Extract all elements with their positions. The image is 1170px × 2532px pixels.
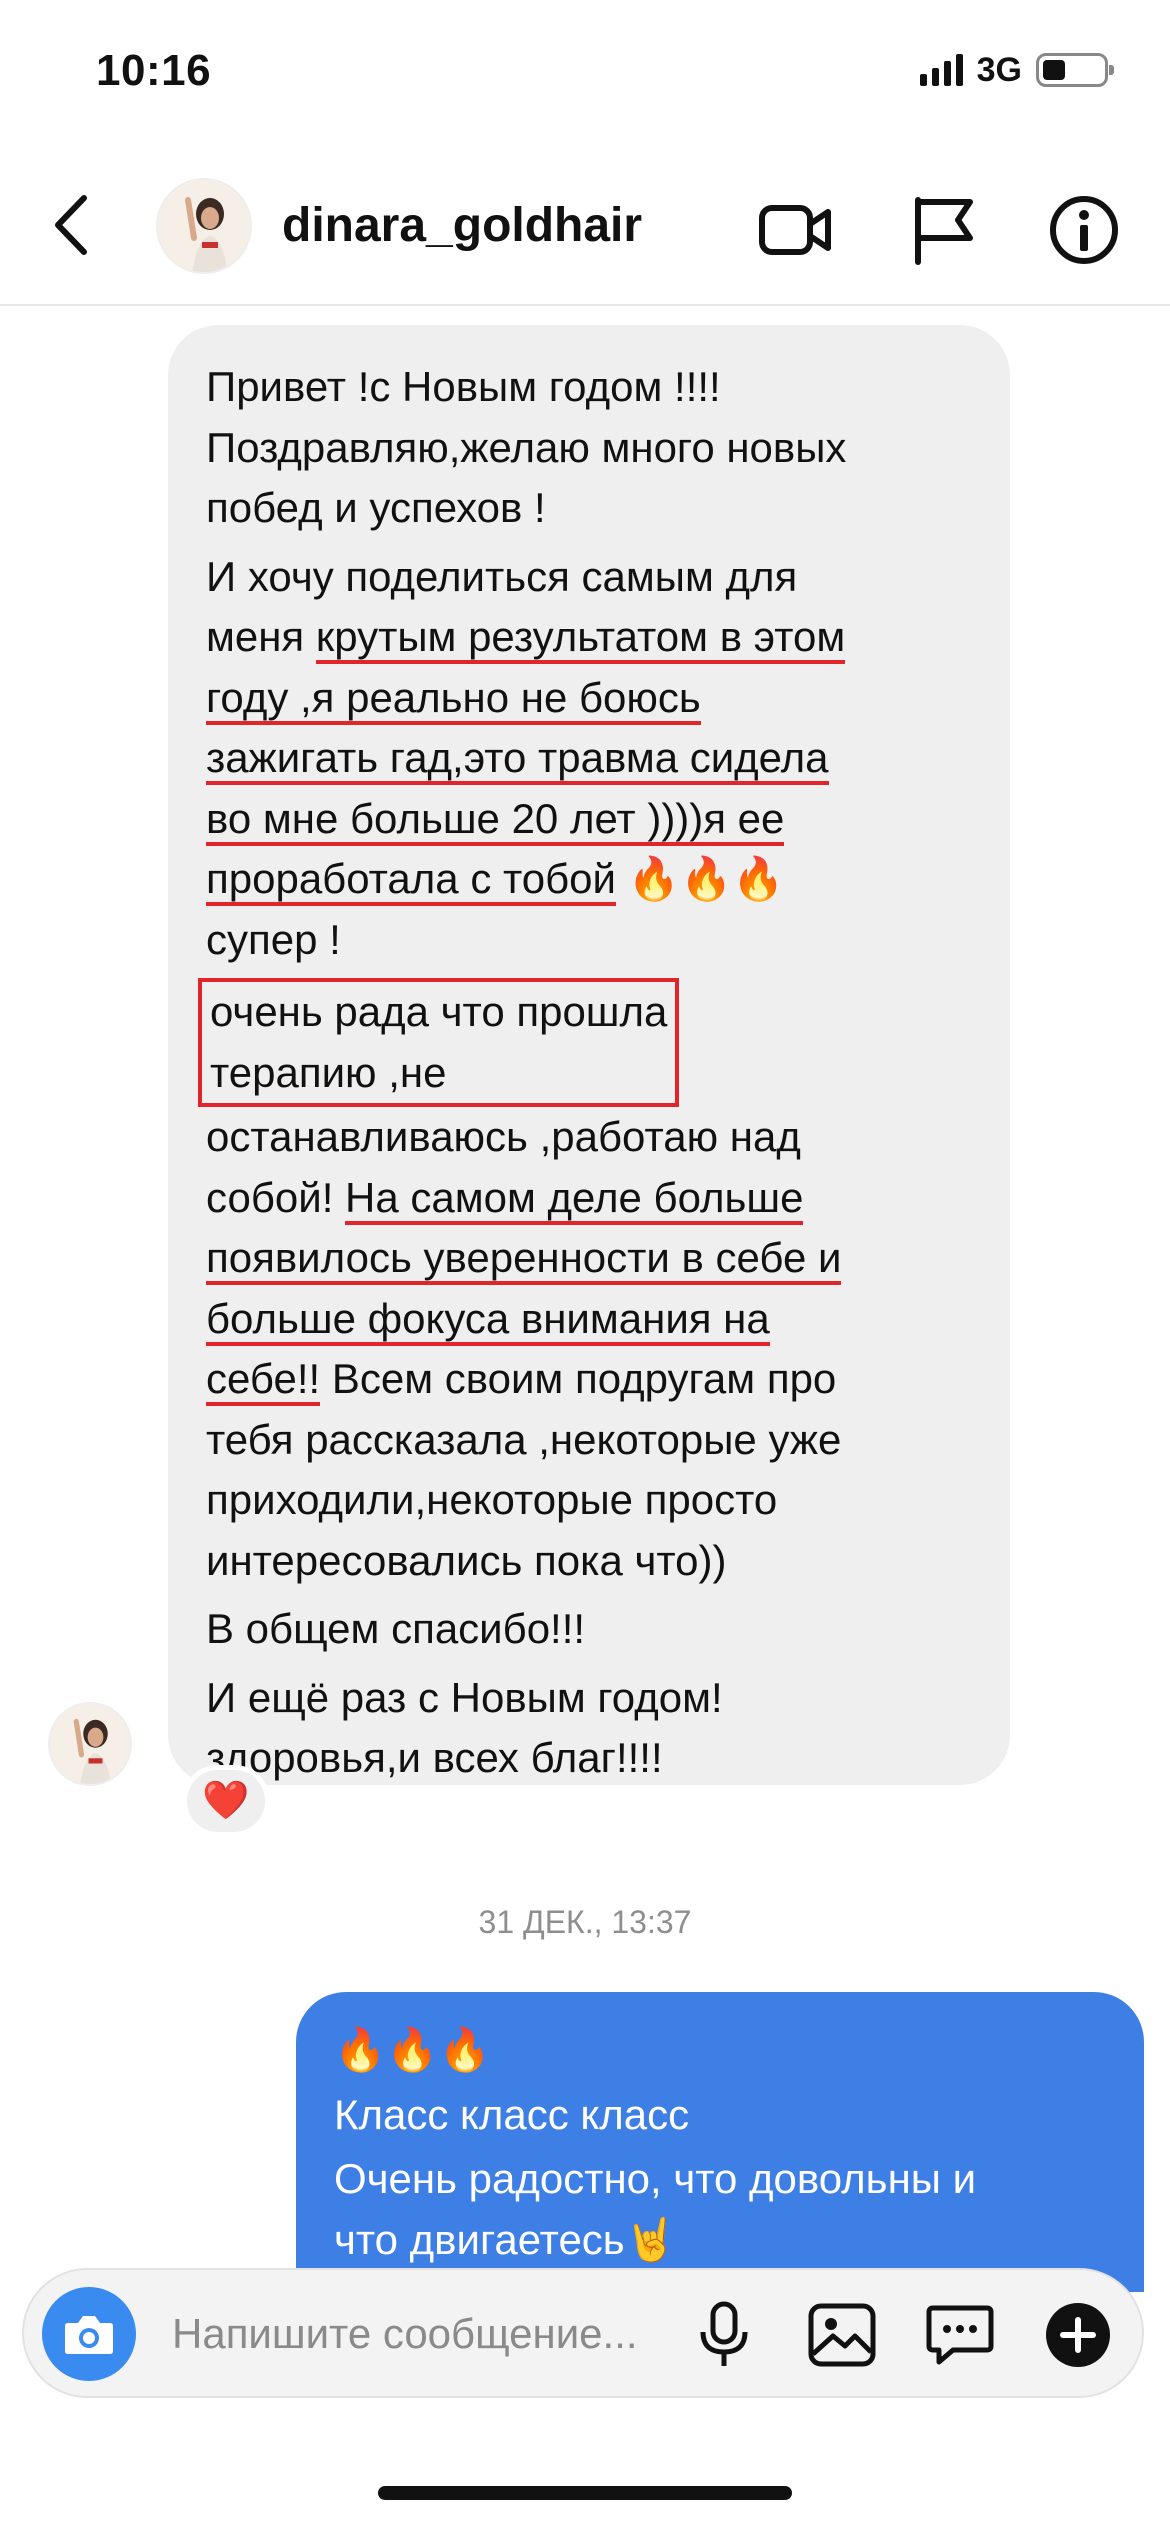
status-bar: 10:16 3G: [0, 0, 1170, 150]
message-line: во мне больше 20 лет ))))я ее: [206, 789, 972, 850]
line-text: супер !: [206, 915, 341, 963]
chevron-left-icon: [55, 195, 87, 255]
message-line: зажигать гад,это травма сидела: [206, 728, 972, 789]
message-line: побед и успехов !: [206, 484, 546, 531]
underlined-text: году ,я реально не боюсь: [206, 673, 701, 725]
message-line: Класс класс класс: [334, 2090, 690, 2138]
chat-bubble-icon: [926, 2305, 994, 2365]
line-text: приходили,некоторые просто: [206, 1476, 778, 1523]
message-line: приходили,некоторые просто: [206, 1470, 972, 1531]
message-line: супер !: [206, 910, 972, 971]
line-text: собой!: [206, 1173, 346, 1221]
underlined-text: проработала с тобой: [206, 855, 616, 906]
underlined-text: во мне больше 20 лет ))))я ее: [206, 794, 785, 846]
message-input[interactable]: [172, 2304, 692, 2364]
home-indicator: [378, 2486, 792, 2500]
message-line: терапию ,не: [210, 1048, 447, 1096]
message-line: больше фокуса внимания на: [206, 1289, 972, 1350]
voice-message-button[interactable]: [684, 2295, 764, 2375]
flag-icon: [915, 197, 973, 265]
network-type: 3G: [976, 50, 1022, 89]
outgoing-message-bubble[interactable]: 🔥🔥🔥 Класс класс класс Очень радостно, что …: [296, 1992, 1144, 2292]
battery-icon: [1036, 53, 1114, 87]
line-text: И хочу поделиться самым для: [206, 552, 798, 600]
info-button[interactable]: [1046, 194, 1122, 266]
heart-reaction[interactable]: ❤️: [182, 1765, 270, 1837]
status-time: 10:16: [96, 46, 212, 95]
message-line: собой! На самом деле больше: [206, 1168, 972, 1229]
message-line: себе!! Всем своим подругам про: [206, 1349, 972, 1410]
chat-username[interactable]: dinara_goldhair: [282, 198, 642, 253]
chat-header: dinara_goldhair: [0, 150, 1170, 306]
message-line: Очень радостно, что довольны и: [334, 2155, 977, 2202]
message-line: интересовались пока что)): [206, 1531, 972, 1592]
avatar[interactable]: [156, 178, 252, 274]
back-button[interactable]: [44, 190, 104, 260]
camera-button[interactable]: [42, 2287, 136, 2381]
line-text: меня: [206, 613, 316, 660]
message-line: Привет !с Новым годом !!!!: [206, 363, 721, 410]
report-button[interactable]: [906, 194, 982, 266]
message-line: И ещё раз с Новым годом!: [206, 1673, 723, 1721]
image-icon: [808, 2303, 876, 2367]
camera-icon: [65, 2316, 113, 2354]
message-composer: [22, 2268, 1144, 2398]
message-paragraph: Очень радостно, что довольны и что двигае…: [334, 2149, 1108, 2270]
message-line: тебя рассказала ,некоторые уже: [206, 1410, 972, 1471]
message-line: очень рада что прошла: [210, 988, 668, 1035]
line-text: интересовались пока что)): [206, 1536, 727, 1584]
underlined-text: крутым результатом в этом: [315, 613, 846, 664]
message-paragraph: Класс класс класс: [334, 2085, 1108, 2146]
stickers-button[interactable]: [920, 2295, 1000, 2375]
underlined-text: больше фокуса внимания на: [206, 1294, 770, 1346]
highlight-box: очень рада что прошла терапию ,не: [198, 978, 680, 1107]
message-paragraph: И ещё раз с Новым годом! здоровья,и всех …: [206, 1668, 972, 1789]
gallery-button[interactable]: [802, 2295, 882, 2375]
message-timestamp: 31 ДЕК., 13:37: [478, 1904, 692, 1940]
microphone-icon: [700, 2301, 748, 2366]
status-indicators: 3G: [919, 50, 1114, 90]
avatar-image: [50, 1704, 130, 1784]
message-paragraph: 🔥🔥🔥: [334, 2020, 1108, 2081]
line-text: 🔥🔥🔥: [616, 855, 785, 902]
video-call-button[interactable]: [758, 194, 834, 266]
message-line: году ,я реально не боюсь: [206, 668, 972, 729]
info-icon: [1050, 196, 1118, 264]
signal-icon: [919, 54, 963, 86]
message-line: В общем спасибо!!!: [206, 1605, 586, 1652]
underlined-text: На самом деле больше: [345, 1173, 804, 1225]
incoming-message-bubble[interactable]: Привет !с Новым годом !!!! Поздравляю,жел…: [168, 325, 1010, 1785]
message-line: проработала с тобой 🔥🔥🔥: [206, 849, 972, 910]
plus-circle-icon: [1046, 2303, 1110, 2367]
line-text: тебя рассказала ,некоторые уже: [206, 1415, 842, 1463]
message-paragraph: Привет !с Новым годом !!!! Поздравляю,жел…: [206, 357, 972, 539]
sender-avatar[interactable]: [48, 1702, 132, 1786]
message-paragraph: очень рада что прошла терапию ,не останавл…: [198, 978, 972, 1592]
underlined-text: зажигать гад,это травма сидела: [206, 734, 829, 785]
message-line: появилось уверенности в себе и: [206, 1228, 972, 1289]
video-camera-icon: [759, 205, 831, 255]
line-text: останавливаюсь ,работаю над: [206, 1113, 801, 1160]
more-options-button[interactable]: [1038, 2295, 1118, 2375]
message-line: здоровья,и всех благ!!!!: [206, 1734, 663, 1781]
message-line: что двигаетесь🤘: [334, 2215, 677, 2263]
underlined-text: появилось уверенности в себе и: [206, 1234, 842, 1285]
message-paragraph: В общем спасибо!!!: [206, 1599, 972, 1660]
underlined-text: себе!!: [206, 1355, 321, 1406]
message-line: Поздравляю,желаю много новых: [206, 423, 847, 471]
message-line: меня крутым результатом в этом: [206, 607, 972, 668]
line-text: Всем своим подругам про: [320, 1355, 837, 1402]
message-line: И хочу поделиться самым для: [206, 547, 972, 608]
avatar-image: [158, 180, 250, 272]
message-line: останавливаюсь ,работаю над: [206, 1107, 972, 1168]
message-paragraph: И хочу поделиться самым для меня крутым р…: [206, 547, 972, 971]
message-line: 🔥🔥🔥: [334, 2026, 491, 2073]
